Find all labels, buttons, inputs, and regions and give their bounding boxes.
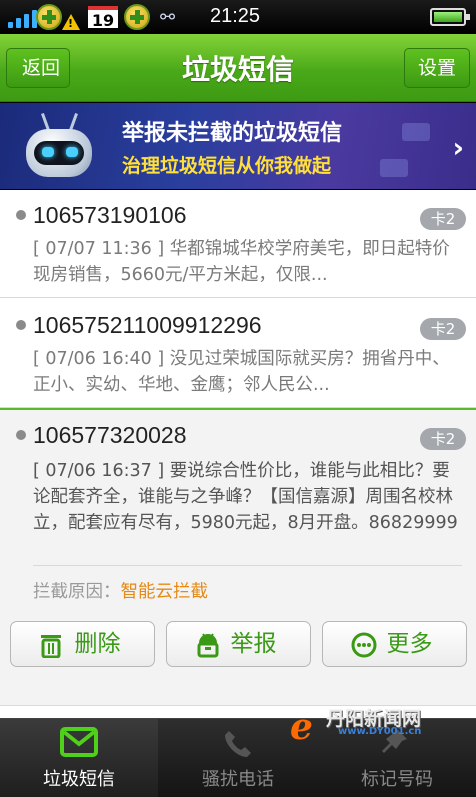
- sender-number: 106575211009912296: [33, 312, 262, 338]
- chevron-right-icon: ›: [452, 131, 464, 164]
- sender-number: 106573190106: [33, 202, 187, 228]
- block-reason-label: 拦截原因：: [33, 582, 121, 602]
- phone-icon: [225, 731, 251, 757]
- tab-label: 骚扰电话: [202, 769, 274, 790]
- watermark-url: www.DY001.cn: [338, 726, 422, 737]
- banner-title: 举报未拦截的垃圾短信: [122, 121, 343, 146]
- message-item[interactable]: 106575211009912296 卡2 [ 07/06 16:40 ] 没见…: [0, 298, 476, 408]
- message-item[interactable]: 106573190106 卡2 [ 07/07 11:36 ] 华都锦城华校学府…: [0, 190, 476, 298]
- block-reason-value: 智能云拦截: [120, 582, 209, 602]
- clock: 21:25: [210, 5, 261, 27]
- banner-subtitle: 治理垃圾短信从你我做起: [122, 155, 332, 177]
- tab-label: 垃圾短信: [43, 769, 115, 790]
- message-body: [ 07/06 16:37 ] 要说综合性价比，谁能与此相比？要论配套齐全，谁能…: [33, 461, 458, 533]
- block-reason: 拦截原因：智能云拦截: [33, 578, 208, 603]
- android-icon: [197, 633, 219, 658]
- trash-icon: [41, 635, 61, 658]
- report-button[interactable]: 举报: [166, 621, 311, 667]
- unread-dot-icon: [16, 320, 26, 330]
- tab-label: 标记号码: [361, 769, 433, 790]
- tab-spam-sms[interactable]: 垃圾短信: [0, 719, 158, 797]
- battery-icon: [430, 8, 470, 26]
- delete-button[interactable]: 删除: [10, 621, 155, 667]
- unread-dot-icon: [16, 210, 26, 220]
- chat-bubble-icon: [380, 159, 408, 177]
- message-preview: [ 07/06 16:40 ] 没见过荣城国际就买房？拥省丹中、正小、实幼、华地…: [33, 349, 450, 395]
- sim-badge: 卡2: [420, 208, 466, 230]
- calendar-icon: 19: [88, 6, 118, 30]
- more-dots-icon: [351, 632, 377, 658]
- sim-badge: 卡2: [420, 428, 466, 450]
- plus-app-icon-2: [124, 4, 150, 30]
- message-icon: [60, 727, 98, 757]
- report-label: 举报: [230, 631, 277, 657]
- warning-icon: !: [62, 14, 80, 30]
- message-preview: [ 07/07 11:36 ] 华都锦城华校学府美宅，即日起特价现房销售，566…: [33, 239, 450, 285]
- unread-dot-icon: [16, 430, 26, 440]
- usb-icon: ⚯: [160, 7, 176, 28]
- message-list: 106573190106 卡2 [ 07/07 11:36 ] 华都锦城华校学府…: [0, 190, 476, 718]
- divider: [33, 565, 462, 566]
- more-button[interactable]: 更多: [322, 621, 467, 667]
- site-watermark: e 丹阳新闻网 www.DY001.cn: [290, 702, 450, 748]
- title-bar: 返回 垃圾短信 设置: [0, 34, 476, 102]
- watermark-logo-icon: e: [290, 706, 313, 748]
- signal-icon: [8, 8, 37, 28]
- sim-badge: 卡2: [420, 318, 466, 340]
- more-label: 更多: [386, 631, 433, 657]
- plus-app-icon: [36, 4, 62, 30]
- robot-icon: [14, 113, 104, 185]
- sender-number: 106577320028: [33, 422, 187, 448]
- message-item-expanded[interactable]: 106577320028 卡2 [ 07/06 16:37 ] 要说综合性价比，…: [0, 408, 476, 706]
- report-banner[interactable]: 举报未拦截的垃圾短信 治理垃圾短信从你我做起 ›: [0, 103, 476, 189]
- chat-bubble-icon: [402, 123, 430, 141]
- status-bar: ! 19 ⚯ 21:25: [0, 0, 476, 34]
- delete-label: 删除: [74, 631, 121, 657]
- settings-button[interactable]: 设置: [404, 48, 470, 88]
